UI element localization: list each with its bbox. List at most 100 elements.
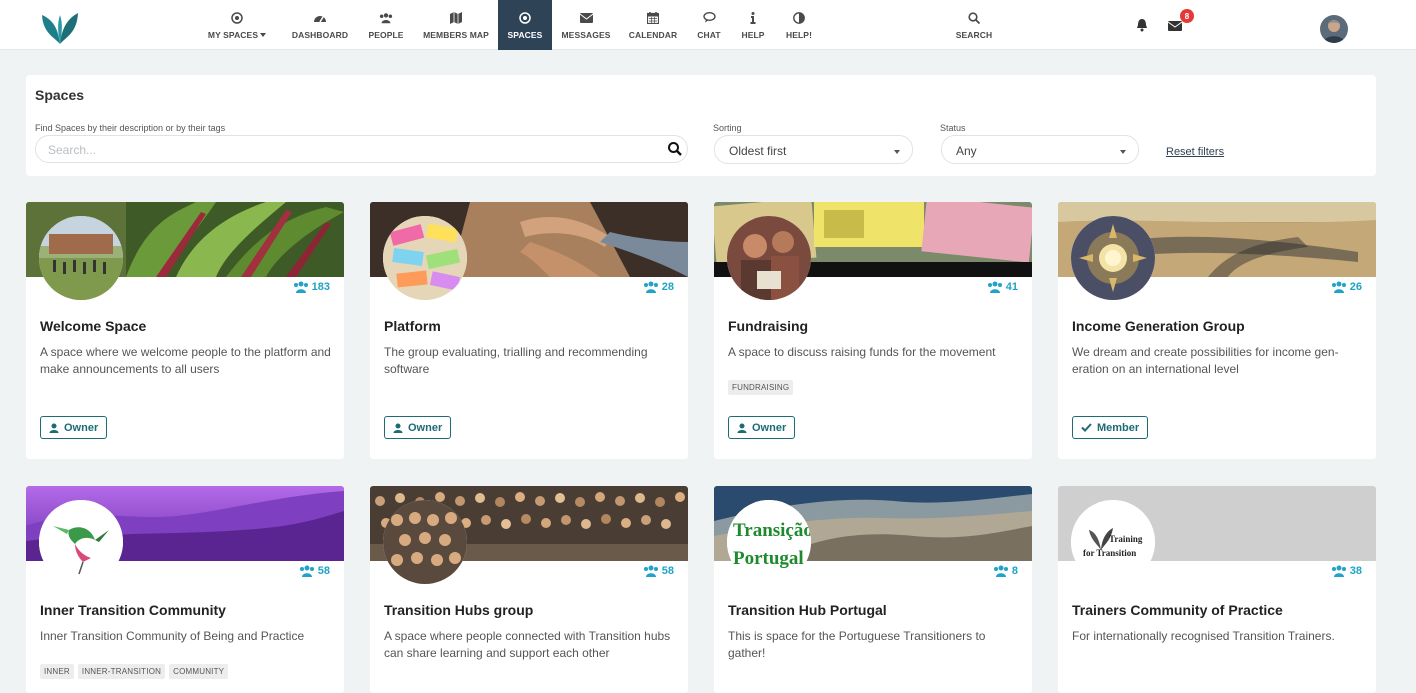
owner-button[interactable]: Owner xyxy=(40,416,108,439)
tag[interactable]: FUNDRAISING xyxy=(728,380,794,395)
space-tags: FUNDRAISING xyxy=(728,380,794,395)
nav-my-spaces-label: My Spaces xyxy=(207,29,259,40)
member-count-value: 58 xyxy=(661,565,674,577)
status-select[interactable]: Any xyxy=(941,135,1139,164)
space-card-welcome-space[interactable]: 183 Welcome Space A space where we welco… xyxy=(26,202,344,459)
comment-icon xyxy=(702,11,716,25)
member-count-value: 28 xyxy=(661,281,674,293)
nav-calendar[interactable]: Calendar xyxy=(626,0,680,50)
nav-spaces[interactable]: Spaces xyxy=(498,0,552,50)
member-count-value: 38 xyxy=(1349,565,1362,577)
chevron-down-icon xyxy=(1120,150,1126,154)
space-tags: INNER INNER-TRANSITION COMMUNITY xyxy=(40,664,229,679)
role-label: Member xyxy=(1097,421,1140,434)
nav-chat-label: Chat xyxy=(697,29,721,40)
tag[interactable]: INNER xyxy=(40,664,74,679)
space-avatar xyxy=(383,216,467,300)
nav-messages-label: Messages xyxy=(561,29,611,40)
map-icon xyxy=(449,11,463,25)
spaces-filter-panel: Spaces Find Spaces by their description … xyxy=(26,75,1376,176)
nav-chat[interactable]: Chat xyxy=(694,0,724,50)
member-count: 26 xyxy=(1331,281,1362,293)
nav-help-urgent[interactable]: Help! xyxy=(784,0,814,50)
space-description: We dream and create possibilities for in… xyxy=(1072,345,1339,376)
dot-circle-icon xyxy=(230,11,244,25)
reset-filters-link[interactable]: Reset filters xyxy=(1166,146,1224,158)
space-description: A space where people connected with Tran… xyxy=(384,629,671,660)
member-count: 58 xyxy=(299,565,330,577)
avatar-text-for-transition: for Transition xyxy=(1083,548,1136,558)
user-avatar[interactable] xyxy=(1320,15,1348,43)
calendar-icon xyxy=(646,11,660,25)
space-avatar xyxy=(383,500,467,584)
search-icon xyxy=(967,11,981,25)
sorting-value: Oldest first xyxy=(729,144,787,158)
space-card-fundraising[interactable]: 41 Fundraising A space to discuss raisin… xyxy=(714,202,1032,459)
member-count: 41 xyxy=(987,281,1018,293)
tag[interactable]: INNER-TRANSITION xyxy=(77,664,166,679)
space-avatar: Transição Portugal xyxy=(727,500,811,584)
nav-members-map[interactable]: Members Map xyxy=(420,0,492,50)
nav-messages[interactable]: Messages xyxy=(558,0,614,50)
space-card-transition-hub-portugal[interactable]: Transição Portugal 8 Transition Hub Portu… xyxy=(714,486,1032,693)
avatar-text-portugal: Portugal xyxy=(733,548,804,569)
bell-icon[interactable] xyxy=(1134,17,1150,33)
space-card-transition-hubs[interactable]: 58 Transition Hubs group A space where p… xyxy=(370,486,688,693)
chevron-down-icon xyxy=(894,150,900,154)
users-icon xyxy=(993,565,1008,577)
search-placeholder: Search... xyxy=(48,143,97,157)
space-card-inner-transition[interactable]: 58 Inner Transition Community Inner Tran… xyxy=(26,486,344,693)
role-label: Owner xyxy=(408,421,443,434)
status-value: Any xyxy=(956,144,977,158)
space-title[interactable]: Inner Transition Community xyxy=(40,602,226,618)
search-icon[interactable] xyxy=(667,141,683,157)
search-label: Find Spaces by their description or by t… xyxy=(35,123,226,133)
space-title[interactable]: Income Generation Group xyxy=(1072,318,1245,334)
space-title[interactable]: Fundraising xyxy=(728,318,808,334)
tag[interactable]: COMMUNITY xyxy=(169,664,229,679)
member-count: 28 xyxy=(643,281,674,293)
search-input[interactable]: Search... xyxy=(35,135,688,163)
member-count: 58 xyxy=(643,565,674,577)
space-card-income-generation[interactable]: 26 Income Generation Group We dream and … xyxy=(1058,202,1376,459)
space-avatar xyxy=(39,500,123,584)
nav-help-label: Help xyxy=(741,29,765,40)
nav-calendar-label: Calendar xyxy=(628,29,678,40)
owner-button[interactable]: Owner xyxy=(728,416,796,439)
role-label: Owner xyxy=(752,421,787,434)
member-count: 8 xyxy=(993,565,1018,577)
status-label: Status xyxy=(940,123,966,133)
space-avatar xyxy=(727,216,811,300)
nav-dashboard[interactable]: Dashboard xyxy=(290,0,350,50)
message-count-badge: 8 xyxy=(1180,9,1194,23)
member-button[interactable]: Member xyxy=(1072,416,1149,439)
space-title[interactable]: Transition Hubs group xyxy=(384,602,533,618)
space-card-trainers-community[interactable]: Training for Transition 38 Trainers Comm… xyxy=(1058,486,1376,693)
space-title[interactable]: Welcome Space xyxy=(40,318,146,334)
space-title[interactable]: Trainers Community of Practice xyxy=(1072,602,1283,618)
nav-people[interactable]: People xyxy=(366,0,406,50)
users-icon xyxy=(299,565,314,577)
owner-button[interactable]: Owner xyxy=(384,416,452,439)
space-title[interactable]: Transition Hub Portugal xyxy=(728,602,887,618)
transition-logo[interactable] xyxy=(40,9,80,45)
nav-search[interactable]: Search xyxy=(950,0,998,50)
users-icon xyxy=(293,281,308,293)
space-title[interactable]: Platform xyxy=(384,318,441,334)
avatar-text-transicao: Transição xyxy=(733,520,811,541)
nav-my-spaces[interactable]: My Spaces xyxy=(200,0,274,50)
users-icon xyxy=(643,565,658,577)
user-icon xyxy=(737,423,747,433)
top-navbar: My Spaces Dashboard People Members Map S… xyxy=(0,0,1416,50)
member-count-value: 183 xyxy=(311,281,330,293)
nav-dashboard-label: Dashboard xyxy=(291,29,349,40)
nav-search-label: Search xyxy=(955,29,993,40)
page-title: Spaces xyxy=(35,87,85,103)
nav-help[interactable]: Help xyxy=(738,0,768,50)
sorting-label: Sorting xyxy=(713,123,742,133)
check-icon xyxy=(1081,423,1092,432)
users-icon xyxy=(987,281,1002,293)
member-count: 38 xyxy=(1331,565,1362,577)
sorting-select[interactable]: Oldest first xyxy=(714,135,913,164)
space-card-platform[interactable]: 28 Platform The group evaluating, triall… xyxy=(370,202,688,459)
